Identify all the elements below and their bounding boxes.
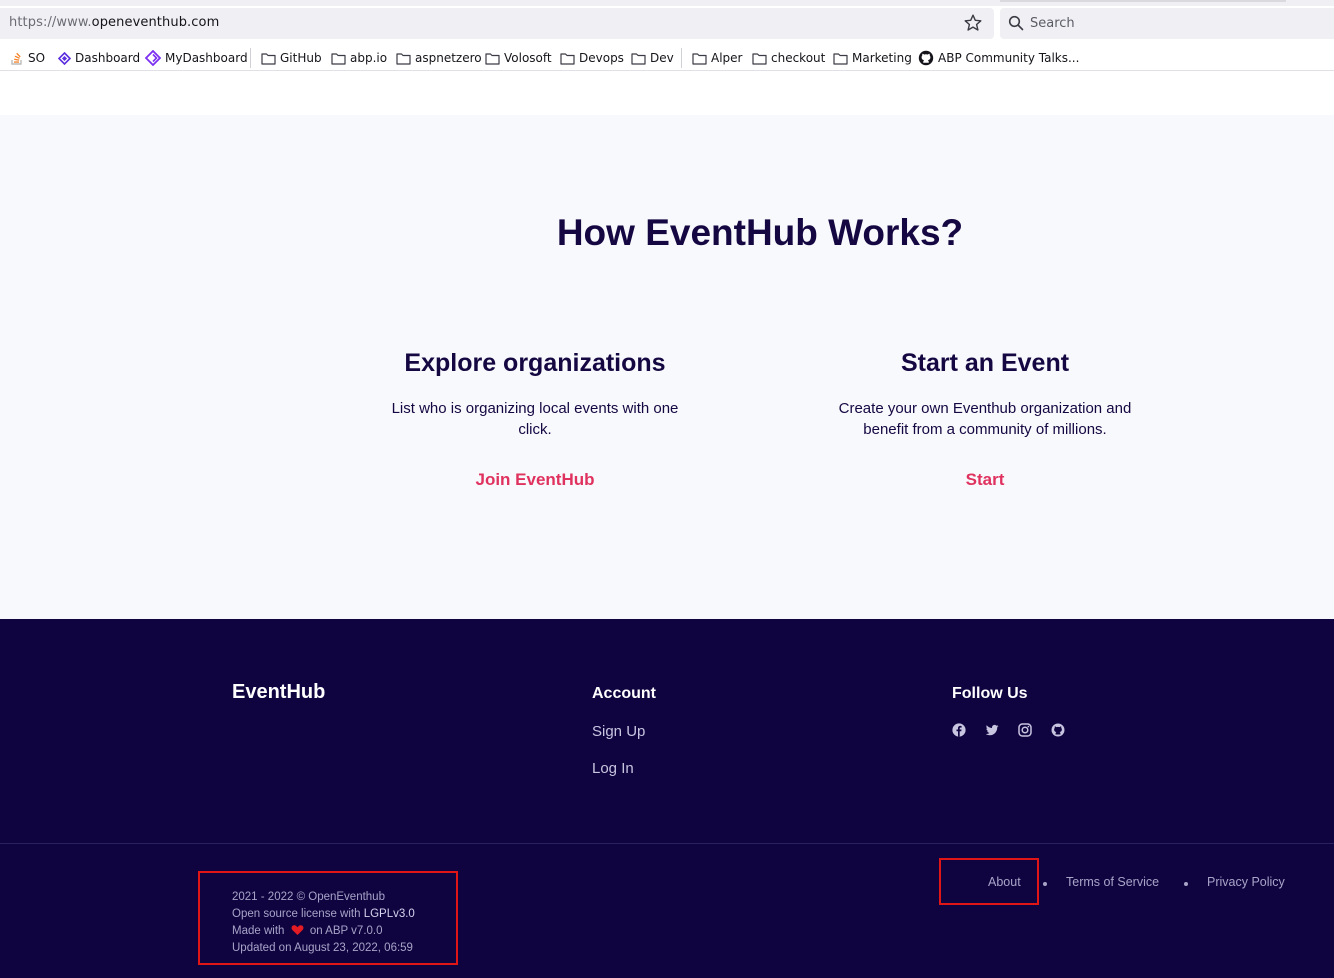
- folder-icon: [485, 52, 500, 65]
- sign-up-link[interactable]: Sign Up: [592, 723, 645, 740]
- bookmark-label: Dashboard: [75, 51, 141, 65]
- join-eventhub-link[interactable]: Join EventHub: [370, 470, 700, 490]
- log-in-link[interactable]: Log In: [592, 760, 634, 777]
- folder-icon: [261, 52, 276, 65]
- explore-text: List who is organizing local events with…: [391, 400, 679, 438]
- bookmark-label: checkout: [771, 51, 826, 65]
- bookmark-so[interactable]: SO: [10, 49, 45, 67]
- annotation-box-about: [939, 858, 1039, 905]
- mydashboard-icon: [145, 50, 161, 66]
- twitter-icon[interactable]: [985, 723, 999, 737]
- stackoverflow-icon: [11, 52, 22, 65]
- bookmarks-separator: [681, 48, 682, 68]
- site-footer: EventHub Account Sign Up Log In Follow U…: [0, 619, 1334, 978]
- bookmark-folder-alper[interactable]: Alper: [692, 49, 742, 67]
- url-text[interactable]: https://www.openeventhub.com: [9, 15, 219, 30]
- explore-title: Explore organizations: [404, 349, 666, 377]
- bookmark-star-icon[interactable]: [963, 13, 983, 33]
- browser-top-strip: [0, 0, 1334, 6]
- github-icon: [918, 50, 934, 66]
- dashboard-icon: [58, 51, 71, 65]
- start-text: Create your own Eventhub organization an…: [838, 400, 1132, 438]
- bookmark-label: GitHub: [280, 51, 322, 65]
- instagram-icon[interactable]: [1018, 723, 1032, 737]
- bookmark-label: Marketing: [852, 51, 912, 65]
- terms-of-service-link[interactable]: Terms of Service: [1066, 875, 1159, 889]
- bookmark-label: abp.io: [350, 51, 388, 65]
- folder-icon: [396, 52, 411, 65]
- privacy-policy-link[interactable]: Privacy Policy: [1207, 875, 1285, 889]
- start-event-card: Start an Event Create your own Eventhub …: [820, 349, 1150, 490]
- url-scheme: https://www.: [9, 15, 92, 30]
- bookmark-label: Devops: [579, 51, 624, 65]
- footer-divider: [0, 843, 1334, 844]
- bookmark-label: Volosoft: [504, 51, 552, 65]
- bookmark-folder-checkout[interactable]: checkout: [752, 49, 825, 67]
- social-links: [952, 723, 1065, 737]
- folder-icon: [692, 52, 707, 65]
- explore-organizations-card: Explore organizations List who is organi…: [370, 349, 700, 490]
- bookmark-label: ABP Community Talks...: [938, 51, 1080, 65]
- github-icon[interactable]: [1051, 723, 1065, 737]
- bookmark-folder-github[interactable]: GitHub: [261, 49, 322, 67]
- bookmark-folder-aspnetzero[interactable]: aspnetzero: [396, 49, 482, 67]
- follow-us-heading: Follow Us: [952, 685, 1028, 702]
- link-separator-dot: [1184, 882, 1188, 886]
- bookmark-label: MyDashboard: [165, 51, 248, 65]
- how-it-works-title: How EventHub Works?: [556, 212, 964, 253]
- url-host: openeventhub.com: [91, 15, 220, 30]
- bookmark-mydashboard[interactable]: MyDashboard: [145, 49, 248, 67]
- account-heading: Account: [592, 685, 656, 702]
- bookmark-dashboard[interactable]: Dashboard: [58, 49, 140, 67]
- facebook-icon[interactable]: [952, 723, 966, 737]
- folder-icon: [752, 52, 767, 65]
- bookmark-folder-volosoft[interactable]: Volosoft: [485, 49, 552, 67]
- start-link[interactable]: Start: [820, 470, 1150, 490]
- folder-icon: [560, 52, 575, 65]
- annotation-box-copyright: [198, 871, 458, 965]
- bookmark-label: Alper: [711, 51, 743, 65]
- folder-icon: [331, 52, 346, 65]
- bookmark-folder-dev[interactable]: Dev: [631, 49, 674, 67]
- folder-icon: [833, 52, 848, 65]
- bookmark-label: Dev: [650, 51, 674, 65]
- bookmark-folder-marketing[interactable]: Marketing: [833, 49, 912, 67]
- bookmark-abp-community-talks[interactable]: ABP Community Talks...: [918, 49, 1079, 67]
- bookmark-label: aspnetzero: [415, 51, 482, 65]
- search-placeholder: Search: [1030, 16, 1075, 31]
- folder-icon: [631, 52, 646, 65]
- browser-search-bar[interactable]: Search: [1000, 8, 1334, 39]
- bookmark-folder-devops[interactable]: Devops: [560, 49, 624, 67]
- search-icon: [1008, 15, 1024, 31]
- bookmark-label: SO: [28, 51, 46, 65]
- address-bar[interactable]: https://www.openeventhub.com: [0, 8, 994, 39]
- bookmark-folder-abpio[interactable]: abp.io: [331, 49, 387, 67]
- bookmarks-toolbar: SO Dashboard MyDashboard GitHub abp.io a…: [0, 45, 1334, 71]
- link-separator-dot: [1043, 882, 1047, 886]
- how-it-works-section: How EventHub Works? Explore organization…: [0, 115, 1334, 619]
- start-title: Start an Event: [900, 349, 1070, 377]
- bookmarks-separator: [250, 48, 251, 68]
- footer-brand[interactable]: EventHub: [232, 681, 325, 704]
